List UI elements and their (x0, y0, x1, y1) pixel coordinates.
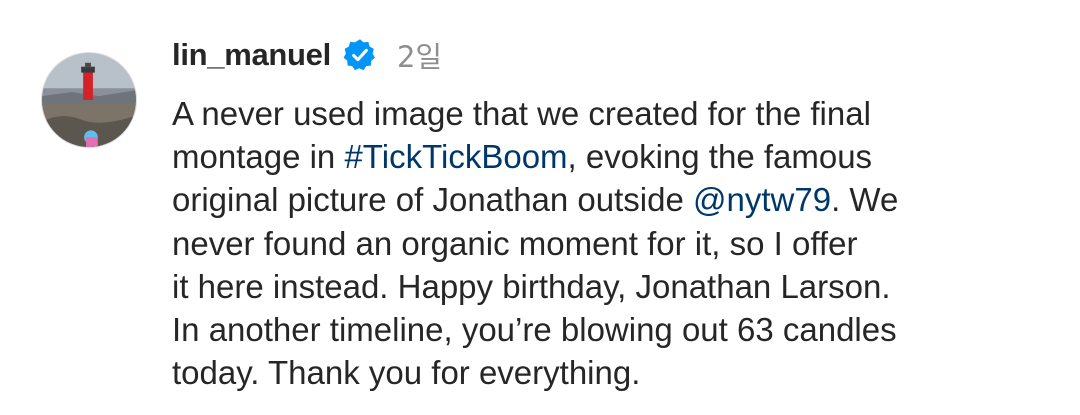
avatar-image (42, 53, 136, 147)
comment-text-segment: never found an organic moment for it, so… (172, 224, 858, 262)
comment-text: A never used image that we created for t… (172, 92, 1052, 394)
hashtag-link[interactable]: #TickTickBoom (344, 138, 567, 175)
timestamp[interactable]: 2일 (397, 34, 442, 76)
comment-line: original picture of Jonathan outside @ny… (172, 178, 1052, 221)
verified-badge-icon (343, 38, 377, 72)
comment-text-segment: montage in (172, 138, 345, 176)
comment-line: A never used image that we created for t… (172, 92, 1052, 135)
comment-text-segment: original picture of Jonathan outside (172, 181, 694, 219)
comment-line: montage in #TickTickBoom, evoking the fa… (172, 135, 1052, 178)
comment-header: lin_manuel 2일 (172, 34, 442, 76)
comment-text-segment: In another timeline, you’re blowing out … (172, 311, 897, 349)
comment-line: never found an organic moment for it, so… (172, 222, 1052, 265)
comment: lin_manuel 2일 A never used image that we… (0, 0, 1080, 415)
username[interactable]: lin_manuel (172, 37, 331, 73)
comment-line: today. Thank you for everything. (172, 351, 1052, 394)
comment-line: it here instead. Happy birthday, Jonatha… (172, 265, 1052, 308)
mention-link[interactable]: @nytw79 (693, 181, 831, 218)
comment-line: In another timeline, you’re blowing out … (172, 308, 1052, 351)
comment-text-segment: today. Thank you for everything. (172, 354, 641, 392)
avatar[interactable] (41, 52, 137, 148)
comment-text-segment: . We (831, 181, 899, 219)
comment-text-segment: it here instead. Happy birthday, Jonatha… (172, 267, 891, 305)
comment-text-segment: A never used image that we created for t… (172, 95, 871, 132)
comment-text-segment: , evoking the famous (567, 138, 873, 176)
